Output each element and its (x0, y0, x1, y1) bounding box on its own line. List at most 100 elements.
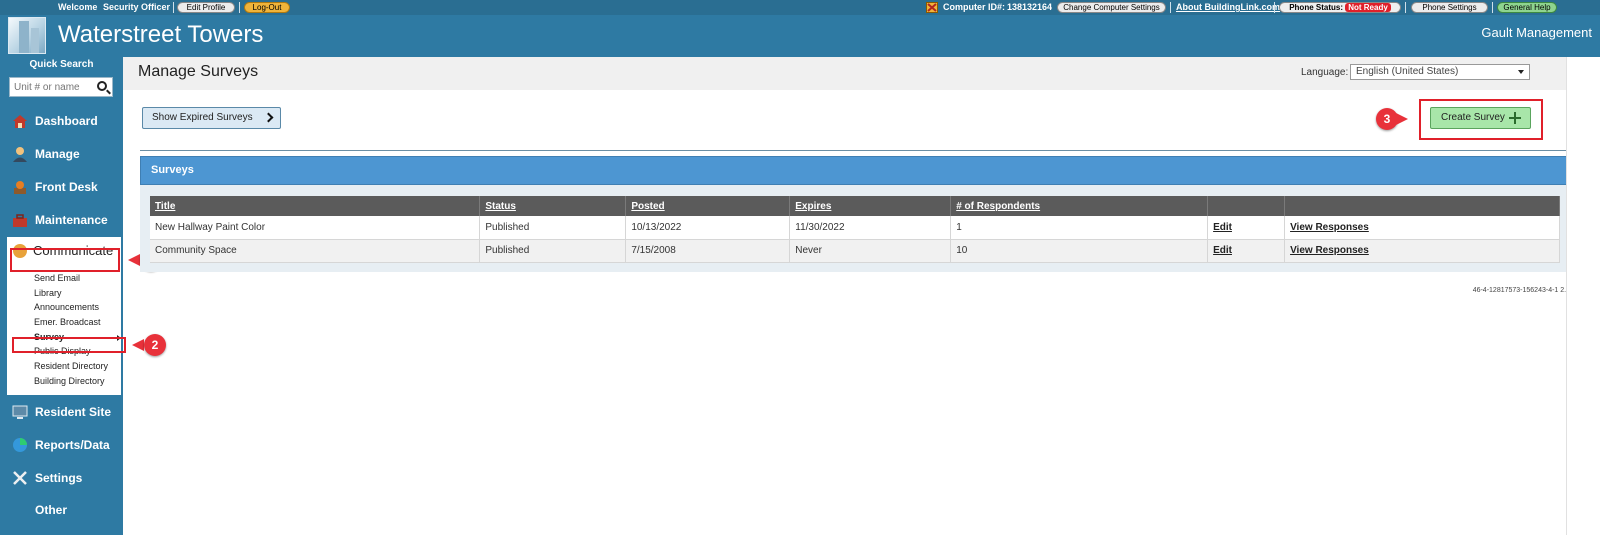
language-label: Language: (1301, 67, 1349, 78)
wrench-icon (13, 471, 27, 485)
survey-posted: 10/13/2022 (625, 216, 791, 240)
page-title: Manage Surveys (138, 63, 259, 80)
building-logo (8, 17, 46, 54)
show-expired-label: Show Expired Surveys (152, 112, 253, 123)
survey-status: Published (479, 239, 627, 263)
edit-link[interactable]: Edit (1207, 216, 1286, 240)
survey-expires: Never (789, 239, 952, 263)
language-value: English (United States) (1356, 66, 1459, 77)
subnav-announcements[interactable]: Announcements (34, 302, 99, 312)
callout-badge-2: 2 (144, 334, 166, 356)
column-header-responses (1284, 196, 1560, 216)
table-row: New Hallway Paint Color Published 10/13/… (150, 216, 1560, 240)
column-header-posted[interactable]: Posted (625, 196, 791, 216)
subnav-resident-directory[interactable]: Resident Directory (34, 361, 108, 371)
house-icon (13, 115, 27, 128)
divider (1492, 2, 1493, 13)
warning-icon (926, 2, 938, 13)
column-header-edit (1207, 196, 1286, 216)
create-survey-button[interactable]: Create Survey (1430, 107, 1531, 129)
desk-bell-icon (14, 181, 26, 194)
pie-chart-icon (13, 438, 27, 452)
sidebar: Quick Search Dashboard Manage Front Desk… (0, 57, 123, 535)
scrollbar[interactable] (1566, 57, 1600, 535)
survey-title: New Hallway Paint Color (150, 216, 481, 240)
chevron-right-icon (263, 112, 274, 123)
sidebar-item-manage[interactable]: Manage (0, 140, 123, 168)
surveys-table: Title Status Posted Expires # of Respond… (150, 196, 1560, 263)
subnav-emer-broadcast[interactable]: Emer. Broadcast (34, 317, 101, 327)
top-bar: Welcome Security Officer Edit Profile Lo… (0, 0, 1600, 15)
person-icon (13, 147, 27, 162)
search-icon[interactable] (97, 81, 107, 91)
surveys-panel: Surveys Title Status Posted Expires # of… (140, 156, 1568, 272)
column-header-respondents[interactable]: # of Respondents (950, 196, 1209, 216)
header: Waterstreet Towers Gault Management (0, 15, 1600, 57)
divider (1274, 2, 1275, 13)
callout-arrow (128, 254, 140, 266)
site-title: Waterstreet Towers (58, 21, 264, 48)
divider (239, 2, 240, 13)
build-code: 46-4-12817573-156243-4-1 2.0 (1472, 287, 1570, 294)
survey-expires: 11/30/2022 (789, 216, 952, 240)
panel-title: Surveys (140, 156, 1568, 185)
computer-id-label: Computer ID#: (943, 2, 1006, 12)
page-header: Manage Surveys Language: English (United… (123, 57, 1566, 90)
show-expired-surveys-button[interactable]: Show Expired Surveys (142, 107, 281, 129)
edit-profile-button[interactable]: Edit Profile (177, 2, 235, 13)
highlight-communicate (10, 248, 120, 272)
sidebar-item-label: Reports/Data (35, 438, 110, 452)
quick-search-input[interactable] (14, 81, 94, 94)
divider (1405, 2, 1406, 13)
sidebar-item-label: Settings (35, 471, 83, 485)
general-help-button[interactable]: General Help (1497, 2, 1557, 13)
change-computer-settings-button[interactable]: Change Computer Settings (1057, 2, 1166, 13)
subnav-library[interactable]: Library (34, 288, 62, 298)
divider (1170, 2, 1171, 13)
edit-link[interactable]: Edit (1207, 239, 1286, 263)
quick-search-label: Quick Search (29, 59, 94, 70)
column-header-expires[interactable]: Expires (789, 196, 952, 216)
callout-arrow (1396, 113, 1408, 125)
sidebar-item-front-desk[interactable]: Front Desk (0, 173, 123, 201)
language-select[interactable]: English (United States) (1350, 64, 1530, 80)
welcome-label: Welcome (58, 2, 98, 12)
sidebar-item-label: Front Desk (35, 180, 98, 194)
view-responses-link[interactable]: View Responses (1284, 239, 1560, 263)
subnav-send-email[interactable]: Send Email (34, 273, 80, 283)
sidebar-item-settings[interactable]: Settings (0, 464, 123, 492)
sidebar-item-label: Maintenance (35, 213, 108, 227)
toolbox-icon (13, 214, 27, 227)
chevron-down-icon (1518, 70, 1524, 74)
monitor-icon (12, 405, 28, 419)
callout-badge-3: 3 (1376, 108, 1398, 130)
survey-posted: 7/15/2008 (625, 239, 791, 263)
about-link[interactable]: About BuildingLink.com (1176, 2, 1280, 13)
survey-title: Community Space (150, 239, 481, 263)
column-header-status[interactable]: Status (479, 196, 627, 216)
sidebar-item-dashboard[interactable]: Dashboard (0, 107, 123, 135)
phone-status[interactable]: Phone Status: Not Ready (1279, 2, 1401, 13)
divider (173, 2, 174, 13)
management-company: Gault Management (1481, 25, 1592, 40)
subnav-building-directory[interactable]: Building Directory (34, 376, 105, 386)
sidebar-item-label: Dashboard (35, 114, 98, 128)
sidebar-item-label: Manage (35, 147, 80, 161)
computer-id-value: 138132164 (1007, 2, 1053, 12)
phone-status-value: Not Ready (1345, 3, 1391, 12)
column-header-title[interactable]: Title (150, 196, 481, 216)
sidebar-item-label: Resident Site (35, 405, 112, 419)
sidebar-item-resident-site[interactable]: Resident Site (0, 398, 123, 426)
sidebar-item-maintenance[interactable]: Maintenance (0, 206, 123, 234)
survey-respondents: 10 (950, 239, 1209, 263)
plus-icon (1509, 112, 1521, 124)
phone-settings-button[interactable]: Phone Settings (1411, 2, 1488, 13)
divider (140, 150, 1568, 151)
logout-button[interactable]: Log-Out (244, 2, 290, 13)
sidebar-item-reports-data[interactable]: Reports/Data (0, 431, 123, 459)
view-responses-link[interactable]: View Responses (1284, 216, 1560, 240)
user-name: Security Officer (103, 2, 171, 12)
sidebar-item-other[interactable]: Other (0, 496, 123, 524)
survey-respondents: 1 (950, 216, 1209, 240)
create-survey-label: Create Survey (1441, 112, 1505, 123)
